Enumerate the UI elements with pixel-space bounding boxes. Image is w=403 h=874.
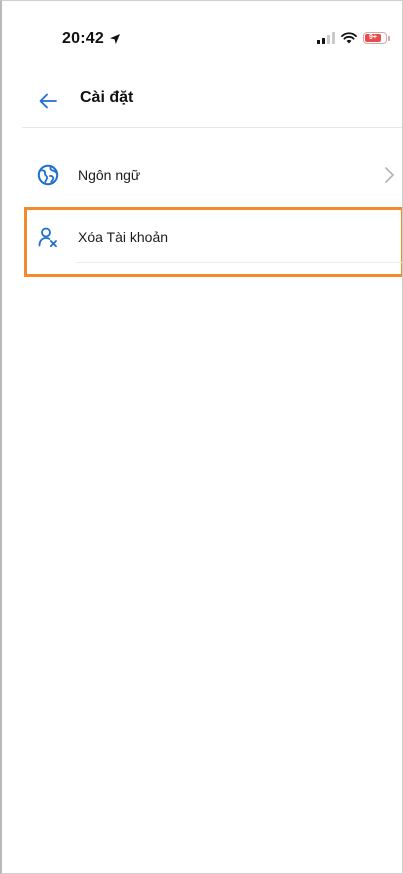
status-time-label: 20:42 (62, 30, 104, 47)
settings-item-label: Ngôn ngữ (78, 167, 141, 183)
back-button[interactable] (34, 87, 62, 115)
settings-item-delete-account[interactable]: Xóa Tài khoản (2, 207, 402, 277)
app-header: Cài đặt (2, 79, 402, 123)
settings-item-language[interactable]: Ngôn ngữ (2, 149, 402, 201)
battery-icon: 9+ (363, 32, 387, 44)
battery-level-label: 9+ (365, 34, 381, 42)
wifi-icon (341, 32, 357, 44)
delete-user-icon (36, 225, 60, 249)
status-indicators: 9+ (317, 32, 390, 44)
header-divider (22, 127, 402, 128)
settings-item-label: Xóa Tài khoản (78, 229, 169, 245)
page-title: Cài đặt (80, 89, 134, 106)
back-arrow-icon (39, 93, 57, 109)
chevron-right-icon (385, 167, 394, 183)
settings-screen: 20:42 9+ Cài đặt Ngôn ngữ Xóa Tài khoản (0, 0, 403, 874)
status-time: 20:42 (62, 30, 121, 48)
location-arrow-icon (109, 34, 120, 44)
cellular-signal-icon (317, 32, 335, 44)
globe-icon (36, 163, 60, 187)
battery-indicator: 9+ (363, 32, 390, 44)
item-divider (76, 262, 402, 263)
status-bar: 20:42 9+ (2, 1, 402, 69)
battery-cap (388, 35, 390, 41)
settings-list: Ngôn ngữ Xóa Tài khoản (2, 149, 402, 277)
